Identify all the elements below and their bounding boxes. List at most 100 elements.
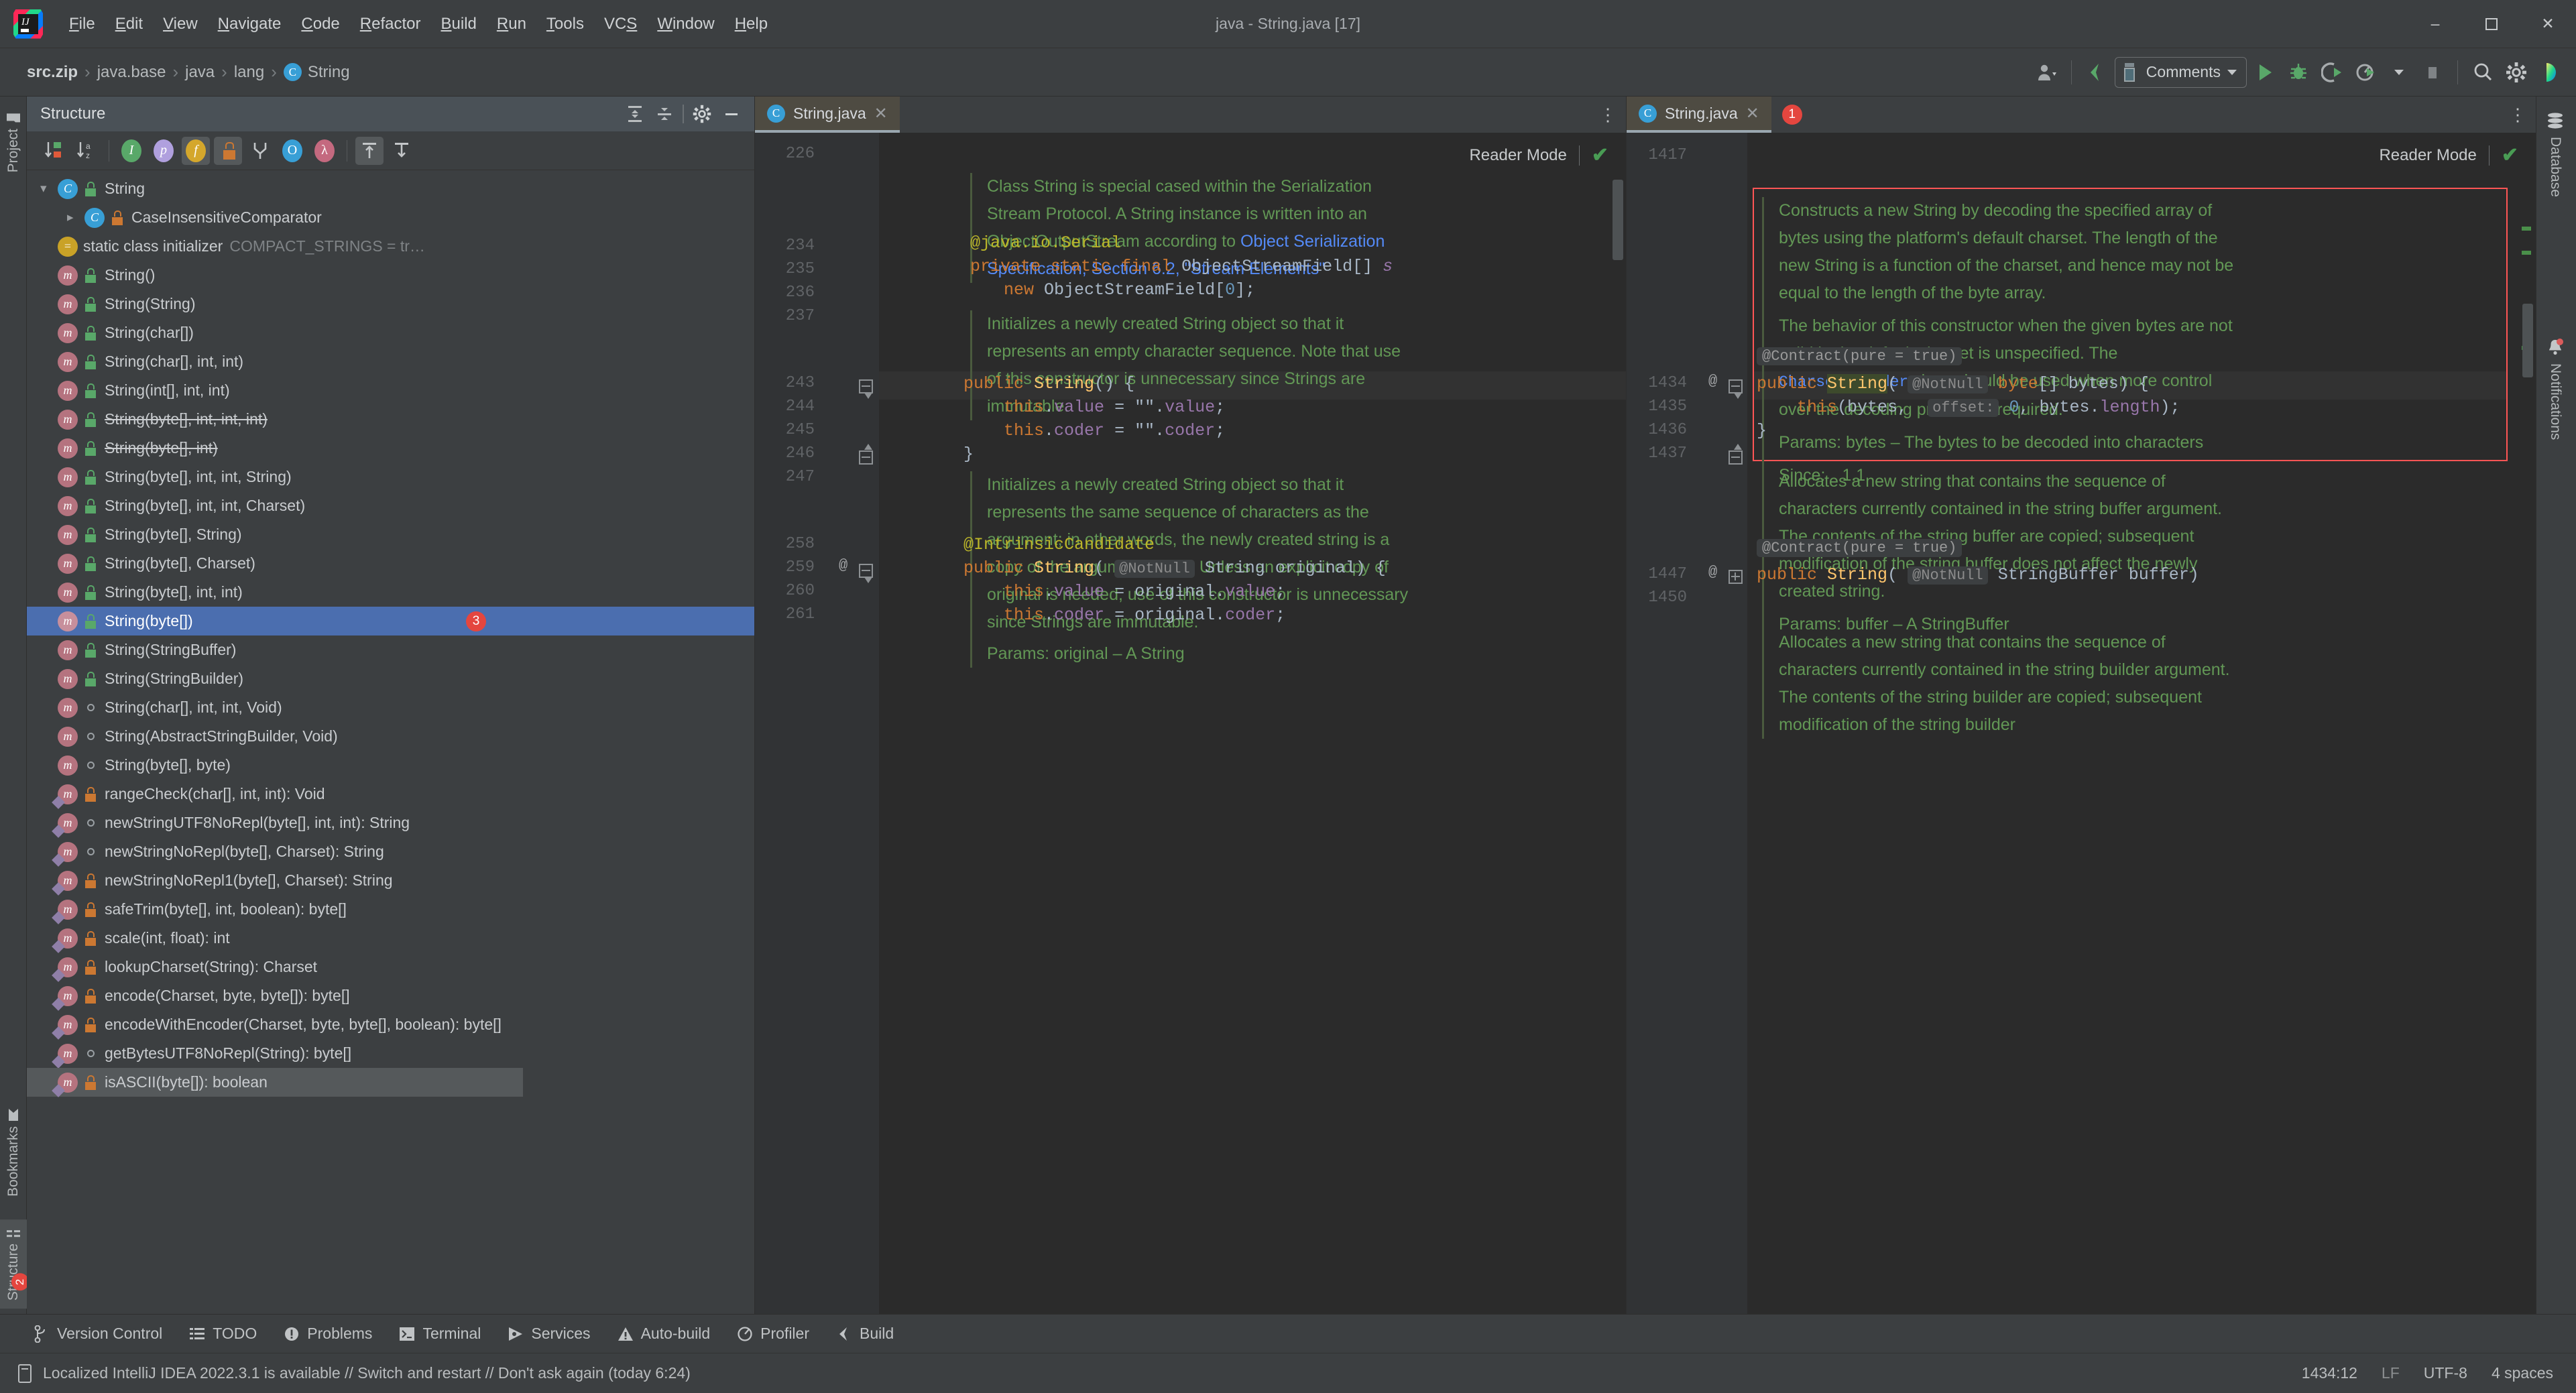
show-lambdas-icon[interactable]: λ	[310, 137, 339, 165]
menu-file[interactable]: File	[59, 11, 105, 38]
tree-item-encode[interactable]: m encode(Charset, byte, byte[]): byte[]	[27, 981, 754, 1011]
notification-icon[interactable]	[16, 1364, 34, 1384]
bottom-item-version-control[interactable]: Version Control	[20, 1320, 176, 1347]
tree-item-static-initializer[interactable]: = static class initializer COMPACT_STRIN…	[27, 232, 754, 261]
minimize-button[interactable]: –	[2407, 0, 2463, 48]
group-methods-icon[interactable]	[246, 137, 274, 165]
caret-position[interactable]: 1434:12	[2302, 1364, 2357, 1382]
tree-item-encodewithencoder[interactable]: m encodeWithEncoder(Charset, byte, byte[…	[27, 1010, 754, 1040]
autoscroll-to-source-icon[interactable]	[355, 136, 384, 165]
bottom-item-terminal[interactable]: Terminal	[386, 1320, 494, 1347]
tree-item-string-9[interactable]: m String(byte[], String)	[27, 520, 754, 549]
error-stripe-left[interactable]	[1608, 133, 1626, 1314]
tree-item-string-0[interactable]: m String()	[27, 261, 754, 290]
account-icon[interactable]	[2031, 57, 2062, 88]
tree-item-string-bytearray-selected[interactable]: m String(byte[]) 3	[27, 607, 754, 635]
fold-collapse-icon[interactable]	[859, 377, 874, 399]
gear-icon[interactable]	[2501, 57, 2532, 88]
sidebar-item-structure[interactable]: Structure 2	[0, 1219, 29, 1309]
tree-item-string-7[interactable]: m String(byte[], int, int, String)	[27, 463, 754, 491]
vcs-update-icon[interactable]	[2081, 57, 2112, 88]
tree-item-caseinsensitivecomparator[interactable]: ▸ C CaseInsensitiveComparator	[27, 203, 754, 232]
user-avatar-icon[interactable]	[2534, 57, 2565, 88]
tree-item-string-8[interactable]: m String(byte[], int, int, Charset)	[27, 491, 754, 520]
gutter-left[interactable]: 226 234 235 236 237 243 244 245 246 247 …	[755, 133, 879, 1314]
sidebar-item-bookmarks[interactable]: Bookmarks	[0, 1101, 27, 1205]
tree-item-string-12[interactable]: m String(StringBuffer)	[27, 635, 754, 664]
expand-all-icon[interactable]	[622, 101, 648, 127]
tree-item-newstringnorepl[interactable]: m newStringNoRepl(byte[], Charset): Stri…	[27, 837, 754, 867]
editor-body-left[interactable]: 226 234 235 236 237 243 244 245 246 247 …	[755, 133, 1626, 1314]
run-configuration-selector[interactable]: Comments	[2114, 56, 2247, 88]
search-icon[interactable]	[2467, 57, 2498, 88]
menu-code[interactable]: Code	[291, 11, 349, 38]
sidebar-item-project[interactable]: Project	[0, 105, 27, 180]
breadcrumb-item-2[interactable]: java	[180, 61, 220, 84]
chevron-down-icon[interactable]: ▾	[40, 181, 58, 196]
menu-tools[interactable]: Tools	[536, 11, 594, 38]
menu-run[interactable]: Run	[487, 11, 536, 38]
tree-item-string-2[interactable]: m String(char[])	[27, 318, 754, 347]
editor-options-kebab-icon[interactable]: ⋮	[2500, 97, 2536, 133]
vertical-scrollbar-right[interactable]	[2522, 304, 2533, 377]
stop-button[interactable]	[2417, 57, 2448, 88]
status-message[interactable]: Localized IntelliJ IDEA 2022.3.1 is avai…	[43, 1364, 691, 1382]
menu-help[interactable]: Help	[725, 11, 778, 38]
sidebar-item-notifications[interactable]: Notifications	[2546, 331, 2565, 446]
gear-icon[interactable]	[689, 101, 715, 127]
hide-icon[interactable]	[718, 101, 745, 127]
tree-item-getbytesutf8norepl[interactable]: m getBytesUTF8NoRepl(String): byte[]	[27, 1039, 754, 1069]
chevron-right-icon[interactable]: ▸	[67, 210, 84, 225]
gutter-right[interactable]: 1417 1434 1435 1436 1437 1447 1450 @ @	[1627, 133, 1747, 1314]
menu-build[interactable]: Build	[431, 11, 487, 38]
fold-end-icon[interactable]	[859, 444, 874, 465]
bottom-item-services[interactable]: Services	[494, 1320, 603, 1347]
tree-item-isascii[interactable]: m isASCII(byte[]): boolean	[27, 1068, 523, 1097]
annotation-gutter-mark[interactable]: @	[839, 557, 847, 574]
fold-expand-icon[interactable]	[1729, 567, 1743, 585]
tree-item-string-15[interactable]: m String(AbstractStringBuilder, Void)	[27, 722, 754, 751]
breadcrumb-item-3[interactable]: lang	[229, 61, 270, 84]
show-anonymous-icon[interactable]: O	[278, 137, 306, 165]
tree-item-string-5[interactable]: m String(byte[], int, int, int)	[27, 405, 754, 434]
tree-item-string-10[interactable]: m String(byte[], Charset)	[27, 549, 754, 578]
file-encoding[interactable]: UTF-8	[2424, 1364, 2467, 1382]
editor-options-kebab-icon[interactable]: ⋮	[1590, 97, 1626, 133]
collapse-all-icon[interactable]	[651, 101, 678, 127]
vertical-scrollbar-left[interactable]	[1613, 180, 1623, 260]
close-button[interactable]: ✕	[2520, 0, 2576, 48]
tree-item-lookupcharset[interactable]: m lookupCharset(String): Charset	[27, 953, 754, 982]
sort-alphabetically-icon[interactable]: az	[72, 137, 101, 165]
debug-button[interactable]	[2283, 57, 2314, 88]
menu-vcs[interactable]: VCS	[594, 11, 647, 38]
tree-item-scale[interactable]: m scale(int, float): int	[27, 924, 754, 953]
tree-item-string-4[interactable]: m String(int[], int, int)	[27, 376, 754, 405]
tree-item-string-13[interactable]: m String(StringBuilder)	[27, 664, 754, 693]
fold-end-icon[interactable]	[1729, 444, 1743, 465]
structure-tree[interactable]: ▾ C String ▸ C CaseInsensitiveComparator…	[27, 170, 754, 1314]
bottom-item-profiler[interactable]: Profiler	[723, 1320, 823, 1347]
tree-item-string-11[interactable]: m String(byte[], int, int)	[27, 578, 754, 607]
tree-item-string-6[interactable]: m String(byte[], int)	[27, 434, 754, 463]
bottom-item-auto-build[interactable]: Auto-build	[604, 1320, 724, 1347]
editor-body-right[interactable]: 1417 1434 1435 1436 1437 1447 1450 @ @ R…	[1627, 133, 2536, 1314]
sort-by-visibility-icon[interactable]	[40, 137, 68, 165]
tab-string-java-right[interactable]: C String.java ✕	[1627, 97, 1771, 133]
line-separator[interactable]: LF	[2382, 1364, 2400, 1382]
fold-collapse-icon[interactable]	[1729, 377, 1743, 399]
breadcrumb-item-0[interactable]: src.zip	[21, 61, 83, 84]
show-inherited-icon[interactable]: I	[117, 137, 145, 165]
menu-refactor[interactable]: Refactor	[350, 11, 431, 38]
show-fields-icon[interactable]: f	[182, 136, 210, 165]
fold-collapse-icon[interactable]	[859, 561, 874, 583]
menu-window[interactable]: Window	[647, 11, 724, 38]
breadcrumb-item-1[interactable]: java.base	[92, 61, 172, 84]
maximize-button[interactable]	[2463, 0, 2520, 48]
bottom-item-build[interactable]: Build	[823, 1320, 907, 1347]
menu-edit[interactable]: Edit	[105, 11, 153, 38]
tree-item-string-14[interactable]: m String(char[], int, int, Void)	[27, 693, 754, 722]
show-properties-icon[interactable]: p	[150, 137, 178, 165]
close-icon[interactable]: ✕	[874, 104, 888, 123]
tree-item-string-3[interactable]: m String(char[], int, int)	[27, 347, 754, 376]
tree-item-string-class[interactable]: ▾ C String	[27, 174, 754, 203]
